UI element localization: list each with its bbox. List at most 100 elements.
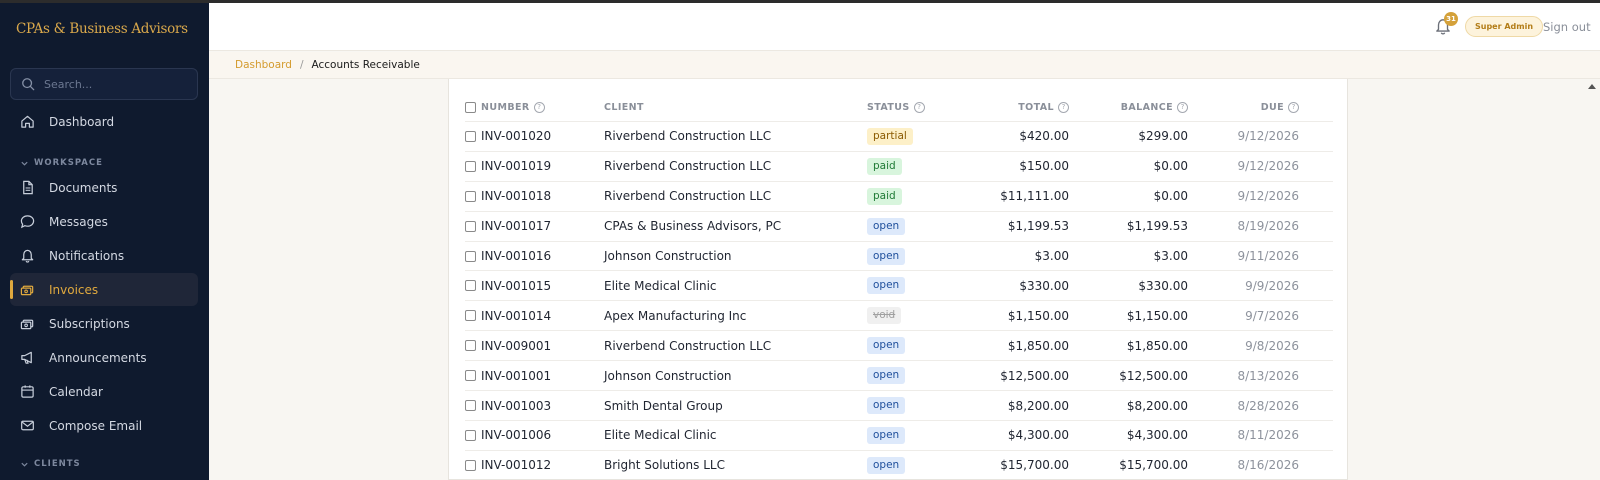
sidebar-item-documents[interactable]: Documents xyxy=(10,171,198,204)
client-name: Johnson Construction xyxy=(604,368,732,383)
bell-icon xyxy=(21,249,34,263)
help-icon[interactable]: ? xyxy=(1058,101,1069,113)
column-header-status[interactable]: STATUS? xyxy=(867,93,925,121)
help-icon[interactable]: ? xyxy=(913,101,925,113)
due-date: 8/28/2026 xyxy=(1237,398,1299,413)
row-checkbox[interactable] xyxy=(465,242,476,271)
help-icon[interactable]: ? xyxy=(533,101,545,113)
row-checkbox[interactable] xyxy=(465,421,476,450)
status-badge: open xyxy=(867,217,906,235)
calendar-icon xyxy=(21,385,34,398)
invoice-number[interactable]: INV-001018 xyxy=(481,182,551,211)
sidebar-item-messages[interactable]: Messages xyxy=(10,205,198,238)
scroll-up-arrow[interactable] xyxy=(1588,84,1596,89)
invoice-number[interactable]: INV-001001 xyxy=(481,361,551,390)
section-clients[interactable]: CLIENTS xyxy=(20,459,81,469)
help-icon[interactable]: ? xyxy=(1288,101,1299,113)
table-row[interactable]: INV-001015 Elite Medical Clinic open $330.0… xyxy=(465,272,1333,302)
invoice-number[interactable]: INV-001012 xyxy=(481,451,551,479)
window-top-border xyxy=(0,0,1600,3)
column-header-client[interactable]: CLIENT xyxy=(604,93,644,121)
status-cell: open xyxy=(867,242,906,271)
invoice-number[interactable]: INV-001020 xyxy=(481,122,551,151)
invoices-card: NUMBER? CLIENT STATUS? TOTAL? BALANCE? D… xyxy=(448,79,1348,480)
role-badge: Super Admin xyxy=(1465,16,1544,37)
message-icon xyxy=(20,215,35,229)
row-checkbox[interactable] xyxy=(465,361,476,390)
search-input[interactable] xyxy=(44,77,184,91)
table-row[interactable]: INV-001019 Riverbend Construction LLC paid… xyxy=(465,152,1333,182)
row-checkbox[interactable] xyxy=(465,272,476,301)
table-row[interactable]: INV-001017 CPAs & Business Advisors, PC op… xyxy=(465,212,1333,242)
row-checkbox[interactable] xyxy=(465,391,476,420)
due-date: 8/11/2026 xyxy=(1237,428,1299,443)
row-checkbox[interactable] xyxy=(465,152,476,181)
mail-icon xyxy=(21,420,34,431)
row-checkbox[interactable] xyxy=(465,451,476,479)
table-row[interactable]: INV-001012 Bright Solutions LLC open $15,70… xyxy=(465,451,1333,479)
column-header-number[interactable]: NUMBER? xyxy=(481,93,545,121)
sidebar-item-calendar[interactable]: Calendar xyxy=(10,375,198,408)
balance-amount: $4,300.00 xyxy=(1126,428,1188,443)
sidebar-item-invoices[interactable]: Invoices xyxy=(10,273,198,306)
invoice-number[interactable]: INV-001016 xyxy=(481,242,551,271)
balance-amount: $12,500.00 xyxy=(1119,368,1188,383)
table-row[interactable]: INV-001014 Apex Manufacturing Inc void $1,1… xyxy=(465,301,1333,332)
status-badge: open xyxy=(867,397,906,415)
total-amount: $1,199.53 xyxy=(1007,219,1069,234)
sidebar-item-notifications[interactable]: Notifications xyxy=(10,239,198,272)
breadcrumb-dashboard-link[interactable]: Dashboard xyxy=(235,59,292,71)
row-checkbox[interactable] xyxy=(465,331,476,360)
invoice-number[interactable]: INV-001003 xyxy=(481,391,551,420)
balance-amount: $3.00 xyxy=(1153,249,1188,264)
invoice-icon xyxy=(20,285,34,296)
chevron-down-icon xyxy=(21,462,28,467)
invoice-number[interactable]: INV-001014 xyxy=(481,301,551,330)
column-header-total[interactable]: TOTAL? xyxy=(965,93,1069,121)
row-checkbox[interactable] xyxy=(465,122,476,151)
megaphone-icon xyxy=(21,351,32,364)
invoice-number[interactable]: INV-001017 xyxy=(481,212,551,241)
status-badge: open xyxy=(867,277,906,295)
balance-amount: $1,150.00 xyxy=(1126,308,1188,323)
table-row[interactable]: INV-001003 Smith Dental Group open $8,200.0… xyxy=(465,391,1333,421)
balance-amount: $299.00 xyxy=(1138,129,1188,144)
sidebar-item-dashboard[interactable]: Dashboard xyxy=(10,105,198,138)
table-row[interactable]: INV-001006 Elite Medical Clinic open $4,300… xyxy=(465,421,1333,451)
table-row[interactable]: INV-001020 Riverbend Construction LLC part… xyxy=(465,122,1333,152)
row-checkbox[interactable] xyxy=(465,212,476,241)
row-checkbox[interactable] xyxy=(465,301,476,330)
status-badge: open xyxy=(867,456,906,474)
invoice-number[interactable]: INV-009001 xyxy=(481,331,551,360)
invoice-number[interactable]: INV-001015 xyxy=(481,272,551,301)
sidebar-item-label: Notifications xyxy=(49,248,125,263)
search-box[interactable] xyxy=(10,68,198,100)
column-header-due[interactable]: DUE? xyxy=(1205,93,1299,121)
status-cell: partial xyxy=(867,122,913,151)
client-name: Bright Solutions LLC xyxy=(604,458,725,473)
sidebar-item-label: Compose Email xyxy=(49,418,143,433)
brand-logo[interactable]: CPAs & Business Advisors xyxy=(16,21,188,37)
sidebar-item-subscriptions[interactable]: Subscriptions xyxy=(10,307,198,340)
client-name: Riverbend Construction LLC xyxy=(604,159,772,174)
help-icon[interactable]: ? xyxy=(1177,101,1188,113)
balance-amount: $330.00 xyxy=(1138,278,1188,293)
column-header-balance[interactable]: BALANCE? xyxy=(1085,93,1188,121)
section-workspace[interactable]: WORKSPACE xyxy=(20,158,103,168)
invoice-number[interactable]: INV-001006 xyxy=(481,421,551,450)
select-all-checkbox[interactable] xyxy=(465,93,476,121)
sidebar-item-label: Announcements xyxy=(49,350,147,365)
sign-out-link[interactable]: Sign out xyxy=(1543,20,1591,34)
table-row[interactable]: INV-001018 Riverbend Construction LLC paid… xyxy=(465,182,1333,212)
top-header: 31 Super Admin Sign out xyxy=(209,3,1600,51)
table-row[interactable]: INV-009001 Riverbend Construction LLC open… xyxy=(465,331,1333,362)
home-icon xyxy=(21,115,34,128)
invoice-number[interactable]: INV-001019 xyxy=(481,152,551,181)
sidebar-item-announcements[interactable]: Announcements xyxy=(10,341,198,374)
status-cell: paid xyxy=(867,182,902,211)
table-row[interactable]: INV-001016 Johnson Construction open $3.00 $… xyxy=(465,242,1333,272)
table-row[interactable]: INV-001001 Johnson Construction open $12,50… xyxy=(465,361,1333,392)
row-checkbox[interactable] xyxy=(465,182,476,211)
status-badge: open xyxy=(867,247,906,265)
sidebar-item-compose-email[interactable]: Compose Email xyxy=(10,409,198,442)
